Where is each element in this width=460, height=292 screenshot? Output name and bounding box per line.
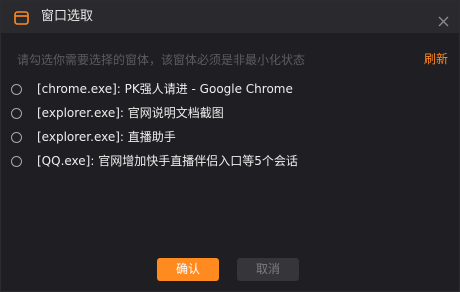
window-option-label: [explorer.exe]: 直播助手 xyxy=(37,130,176,144)
window-option-explorer-screenshot[interactable]: [explorer.exe]: 官网说明文档截图 xyxy=(1,103,459,127)
window-list: [chrome.exe]: PK强人请进 - Google Chrome [ex… xyxy=(1,79,459,175)
window-option-label: [chrome.exe]: PK强人请进 - Google Chrome xyxy=(37,82,293,96)
close-icon[interactable] xyxy=(438,12,449,27)
dialog-title: 窗口选取 xyxy=(41,9,94,24)
window-icon xyxy=(14,10,29,25)
window-option-chrome[interactable]: [chrome.exe]: PK强人请进 - Google Chrome xyxy=(1,79,459,103)
title-bar: 窗口选取 xyxy=(1,1,459,33)
radio-button[interactable] xyxy=(11,84,22,95)
window-option-label: [explorer.exe]: 官网说明文档截图 xyxy=(37,106,224,120)
instruction-text: 请勾选你需要选择的窗体，该窗体必须是非最小化状态 xyxy=(17,53,306,67)
window-option-label: [QQ.exe]: 官网增加快手直播伴侣入口等5个会话 xyxy=(37,154,298,168)
window-option-qq[interactable]: [QQ.exe]: 官网增加快手直播伴侣入口等5个会话 xyxy=(1,151,459,175)
radio-button[interactable] xyxy=(11,156,22,167)
radio-button[interactable] xyxy=(11,108,22,119)
window-select-dialog: 窗口选取 请勾选你需要选择的窗体，该窗体必须是非最小化状态 刷新 [chrome… xyxy=(0,0,460,292)
refresh-button[interactable]: 刷新 xyxy=(424,50,448,68)
cancel-button[interactable]: 取消 xyxy=(237,258,299,281)
confirm-button[interactable]: 确认 xyxy=(157,258,219,281)
radio-button[interactable] xyxy=(11,132,22,143)
window-option-explorer-live-assistant[interactable]: [explorer.exe]: 直播助手 xyxy=(1,127,459,151)
